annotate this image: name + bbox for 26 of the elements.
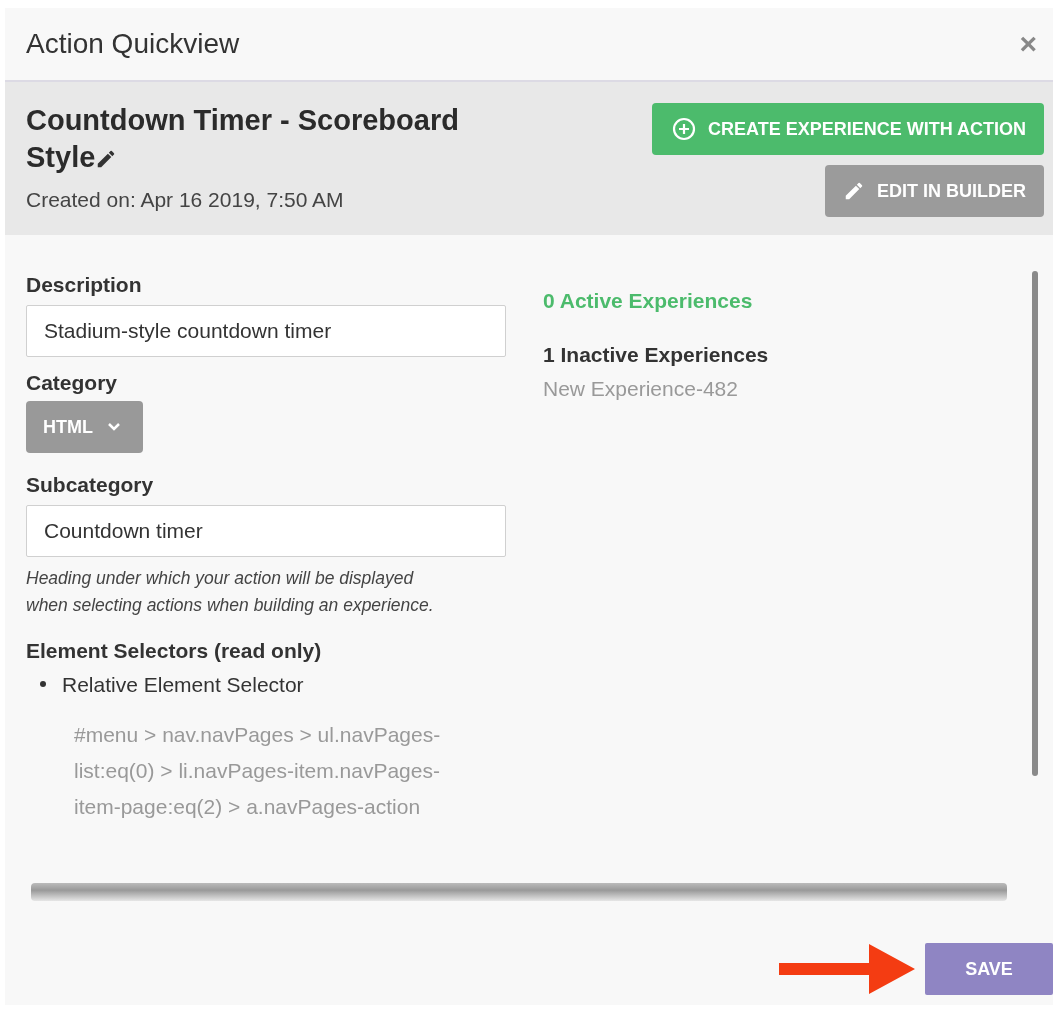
active-experiences-heading: 0 Active Experiences [543,289,753,313]
field-label: Category [26,371,118,395]
text-field[interactable]: Stadium-style countdown timer [26,305,506,357]
bullet-icon [40,681,46,687]
field-label: Description [26,273,142,297]
save-button[interactable]: SAVE [925,943,1053,995]
help-text: Heading under which your action will be displayed when selecting actions when building an experience. [26,567,435,617]
category-dropdown[interactable]: HTML [26,401,143,453]
edit-in-builder-button[interactable]: EDIT IN BUILDER [825,165,1044,217]
dialog-title: Action Quickview [26,28,240,60]
horizontal-scrollbar[interactable] [31,883,1007,901]
vertical-scrollbar[interactable] [1032,271,1038,776]
selector-name: Relative Element Selector [62,673,304,697]
inactive-experiences-heading: 1 Inactive Experiences [543,343,769,367]
plus-circle-icon [672,117,696,141]
text-field[interactable]: Countdown timer [26,505,506,557]
experience-link[interactable]: New Experience-482 [543,377,738,401]
chevron-down-icon [107,422,121,432]
created-date: Created on: Apr 16 2019, 7:50 AM [26,188,344,212]
selector-value: #menu > nav.navPages > ul.navPages-list:eq(0) > li.navPages-item.navPages-item-page:eq(2) > a.navPages-action [74,722,442,820]
create-experience-button[interactable]: CREATE EXPERIENCE WITH ACTION [652,103,1044,155]
pencil-icon [843,180,865,202]
action-name: Countdown Timer - Scoreboard Style [26,103,460,175]
close-button[interactable]: × [1019,29,1037,59]
field-label: Subcategory [26,473,154,497]
section-label: Element Selectors (read only) [26,639,322,663]
